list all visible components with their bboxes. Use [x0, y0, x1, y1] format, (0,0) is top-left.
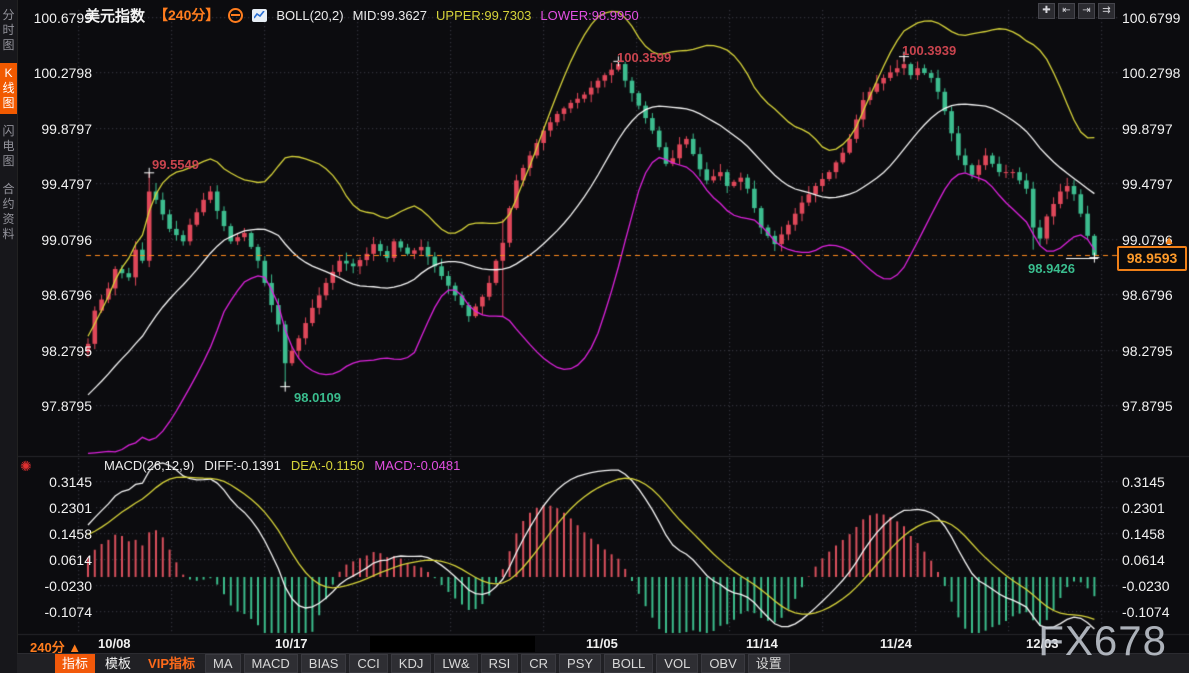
- price-annotation: 98.9426: [1028, 261, 1075, 276]
- price-annotation: 98.0109: [294, 390, 341, 405]
- indicator-tab[interactable]: 指标: [55, 654, 95, 673]
- view-button-group: ✚⇤⇥⇉: [1038, 3, 1115, 19]
- price-axis-label: 100.2798: [1122, 65, 1180, 81]
- indicator-tab[interactable]: 模板: [98, 654, 138, 673]
- indicator-tab[interactable]: 设置: [748, 654, 790, 673]
- macd-axis-label: 0.1458: [1122, 526, 1165, 542]
- indicator-tab[interactable]: KDJ: [391, 654, 432, 673]
- view-button[interactable]: ✚: [1038, 3, 1055, 19]
- mini-chart-icon[interactable]: [252, 9, 267, 22]
- price-axis-label: 99.0796: [20, 232, 92, 248]
- watermark: FX678: [1038, 617, 1167, 665]
- indicator-tab[interactable]: CR: [521, 654, 556, 673]
- price-axis-label: 100.2798: [20, 65, 92, 81]
- indicator-tab[interactable]: CCI: [349, 654, 387, 673]
- sidebar: 分时图 K线图闪电图合约资料: [0, 0, 18, 673]
- price-axis-label: 99.4797: [1122, 176, 1173, 192]
- boll-formula-label: BOLL(20,2): [276, 8, 343, 23]
- indicator-tab[interactable]: MACD: [244, 654, 298, 673]
- indicator-tab[interactable]: BOLL: [604, 654, 653, 673]
- price-axis-label: 98.6796: [20, 287, 92, 303]
- macd-axis-label: 0.0614: [1122, 552, 1165, 568]
- macd-axis-label: 0.1458: [20, 526, 92, 542]
- indicator-tab[interactable]: VIP指标: [141, 654, 202, 673]
- macd-axis-label: 0.0614: [20, 552, 92, 568]
- indicator-tab[interactable]: LW&: [434, 654, 477, 673]
- macd-axis-label: -0.1074: [20, 604, 92, 620]
- price-axis-label: 97.8795: [1122, 398, 1173, 414]
- symbol-title: 美元指数: [85, 5, 145, 26]
- indicator-tab[interactable]: RSI: [481, 654, 519, 673]
- price-axis-label: 99.8797: [20, 121, 92, 137]
- indicator-tab[interactable]: VOL: [656, 654, 698, 673]
- sidebar-tab[interactable]: 分时图: [0, 5, 17, 56]
- date-axis-label: 11/05: [586, 636, 618, 651]
- indicator-tab[interactable]: OBV: [701, 654, 744, 673]
- macd-axis-label: 0.3145: [1122, 474, 1165, 490]
- price-annotation: 100.3939: [902, 43, 956, 58]
- macd-axis-label: -0.0230: [1122, 578, 1169, 594]
- macd-dea-readout: DEA:-0.1150: [291, 458, 364, 473]
- chart-application-window: 分时图 K线图闪电图合约资料 美元指数 【240分】 BOLL(20,2) MID…: [0, 0, 1189, 673]
- price-axis-label: 97.8795: [20, 398, 92, 414]
- current-price-box: 98.9593: [1117, 246, 1187, 271]
- period-label: 【240分】: [154, 5, 219, 25]
- date-axis-label: 11/14: [746, 636, 778, 651]
- indicator-tab[interactable]: BIAS: [301, 654, 347, 673]
- view-button[interactable]: ⇥: [1078, 3, 1095, 19]
- chart-header: 美元指数 【240分】 BOLL(20,2) MID:99.3627 UPPER…: [85, 6, 639, 24]
- date-axis-label: 10/17: [275, 636, 308, 651]
- candlestick-chart-canvas[interactable]: [0, 0, 1189, 673]
- price-axis-label: 100.6799: [20, 10, 92, 26]
- indicator-tab[interactable]: PSY: [559, 654, 601, 673]
- price-axis-label: 98.6796: [1122, 287, 1173, 303]
- date-axis-label: 10/08: [98, 636, 131, 651]
- price-annotation: 100.3599: [617, 50, 671, 65]
- indicator-tab[interactable]: MA: [205, 654, 241, 673]
- sidebar-tab[interactable]: 闪电图: [0, 121, 17, 172]
- macd-axis-label: 0.2301: [20, 500, 92, 516]
- price-up-arrow-icon: ▲: [1163, 233, 1175, 247]
- sidebar-tab[interactable]: 合约资料: [0, 179, 17, 245]
- view-button[interactable]: ⇤: [1058, 3, 1075, 19]
- indicator-settings-icon[interactable]: ✺: [20, 458, 32, 475]
- macd-formula-label: MACD(26,12,9): [104, 458, 194, 473]
- minus-circle-icon[interactable]: [228, 8, 243, 23]
- price-axis-label: 99.8797: [1122, 121, 1173, 137]
- sidebar-tab[interactable]: K线图: [0, 63, 17, 114]
- macd-axis-label: 0.2301: [1122, 500, 1165, 516]
- price-axis-label: 100.6799: [1122, 10, 1180, 26]
- indicator-toolbar: 指标模板VIP指标MAMACDBIASCCIKDJLW&RSICRPSYBOLL…: [17, 653, 1189, 673]
- boll-lower-readout: LOWER:98.9950: [540, 8, 638, 23]
- boll-upper-readout: UPPER:99.7303: [436, 8, 531, 23]
- macd-value-readout: MACD:-0.0481: [374, 458, 460, 473]
- price-axis-label: 99.4797: [20, 176, 92, 192]
- view-button[interactable]: ⇉: [1098, 3, 1115, 19]
- macd-header: MACD(26,12,9) DIFF:-0.1391 DEA:-0.1150 M…: [104, 458, 460, 473]
- boll-mid-readout: MID:99.3627: [353, 8, 427, 23]
- price-annotation: 99.5549: [152, 157, 199, 172]
- macd-diff-readout: DIFF:-0.1391: [204, 458, 281, 473]
- date-axis: 10/0810/1711/0511/1411/2412/03: [0, 634, 1189, 653]
- date-axis-label: 11/24: [880, 636, 912, 651]
- sidebar-tab-list: 分时图 K线图闪电图合约资料: [0, 0, 17, 245]
- price-axis-label: 98.2795: [1122, 343, 1173, 359]
- macd-axis-label: -0.0230: [20, 578, 92, 594]
- price-axis-label: 98.2795: [20, 343, 92, 359]
- macd-axis-label: 0.3145: [20, 474, 92, 490]
